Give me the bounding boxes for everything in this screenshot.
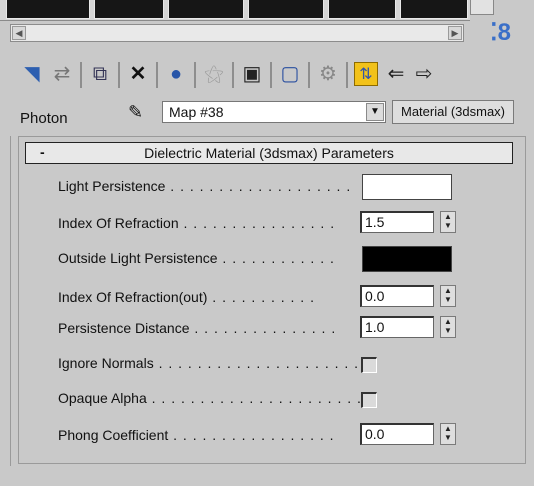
sample-slot[interactable]: [248, 0, 324, 19]
material-id-channel-icon[interactable]: ▣: [240, 62, 264, 86]
param-label-phong-coefficient: Phong Coefficient . . . . . . . . . . . …: [58, 427, 335, 443]
get-material-icon[interactable]: ◥: [20, 62, 44, 86]
sample-slot[interactable]: [94, 0, 164, 19]
spinner-arrows-icon[interactable]: ▲ ▼: [440, 316, 456, 338]
scroll-right-arrow-icon[interactable]: ▶: [448, 26, 462, 40]
scroll-left-arrow-icon[interactable]: ◀: [12, 26, 26, 40]
make-unique-icon[interactable]: ●: [164, 62, 188, 86]
spinner-arrows-icon[interactable]: ▲ ▼: [440, 285, 456, 307]
sample-slot[interactable]: [328, 0, 396, 19]
material-editor-toolbar: ◥ ⇄ ⧉ ✕ ● ⚝ ▣ ▢ ⚙ ⇅ ⇐ ⇨: [20, 62, 525, 92]
param-label-light-persistence: Light Persistence . . . . . . . . . . . …: [58, 178, 352, 194]
assign-to-selection-icon[interactable]: ⧉: [88, 62, 112, 86]
spinner-arrows-icon[interactable]: ▲ ▼: [440, 211, 456, 233]
param-label-outside-light-persistence: Outside Light Persistence . . . . . . . …: [58, 250, 335, 266]
param-label-index-of-refraction: Index Of Refraction . . . . . . . . . . …: [58, 215, 336, 231]
persistence-distance-field[interactable]: 1.0: [360, 316, 434, 338]
param-label-persistence-distance: Persistence Distance . . . . . . . . . .…: [58, 320, 337, 336]
eyedropper-icon[interactable]: ✎: [128, 102, 143, 123]
phong-coefficient-field[interactable]: 0.0: [360, 423, 434, 445]
param-label-ignore-normals: Ignore Normals . . . . . . . . . . . . .…: [58, 355, 360, 371]
index-of-refraction-field[interactable]: 1.5: [360, 211, 434, 233]
ignore-normals-checkbox[interactable]: [361, 357, 377, 373]
param-label-opaque-alpha: Opaque Alpha . . . . . . . . . . . . . .…: [58, 390, 362, 406]
pick-from-object-icon[interactable]: ⇨: [412, 62, 436, 86]
sample-slot-strip: [0, 0, 470, 21]
material-type-button[interactable]: Material (3dsmax): [392, 100, 514, 124]
light-persistence-color-swatch[interactable]: [362, 174, 452, 200]
show-map-in-viewport-icon[interactable]: ▢: [278, 62, 302, 86]
spinner-arrows-icon[interactable]: ▲ ▼: [440, 423, 456, 445]
reset-map-icon[interactable]: ✕: [126, 62, 150, 86]
panel-left-edge: [10, 136, 11, 466]
outside-light-persistence-color-swatch[interactable]: [362, 246, 452, 272]
param-label-index-of-refraction-out: Index Of Refraction(out) . . . . . . . .…: [58, 289, 315, 305]
sample-slot[interactable]: [400, 0, 468, 19]
map-name-value: Map #38: [169, 104, 224, 120]
map-name-field[interactable]: Map #38 ▼: [162, 101, 386, 123]
chevron-down-icon[interactable]: ▼: [366, 103, 384, 121]
put-to-library-icon[interactable]: ⚝: [202, 62, 226, 86]
show-end-result-icon[interactable]: ⚙: [316, 62, 340, 86]
rollout-header[interactable]: - Dielectric Material (3dsmax) Parameter…: [25, 142, 513, 164]
put-to-scene-icon[interactable]: ⇄: [50, 62, 74, 86]
sample-slot-horizontal-scrollbar[interactable]: ◀ ▶: [10, 24, 464, 42]
go-forward-to-sibling-icon[interactable]: ⇐: [384, 62, 408, 86]
rollout-title: Dielectric Material (3dsmax) Parameters: [144, 145, 394, 161]
section-label: Photon: [20, 110, 68, 127]
sample-slot[interactable]: [168, 0, 244, 19]
go-to-parent-icon[interactable]: ⇅: [354, 62, 378, 86]
material-navigator-icon[interactable]: ⁚8: [490, 18, 511, 47]
sample-slot[interactable]: [6, 0, 90, 19]
opaque-alpha-checkbox[interactable]: [361, 392, 377, 408]
index-of-refraction-out-field[interactable]: 0.0: [360, 285, 434, 307]
sample-slot-vertical-scrollbar[interactable]: [470, 0, 494, 15]
